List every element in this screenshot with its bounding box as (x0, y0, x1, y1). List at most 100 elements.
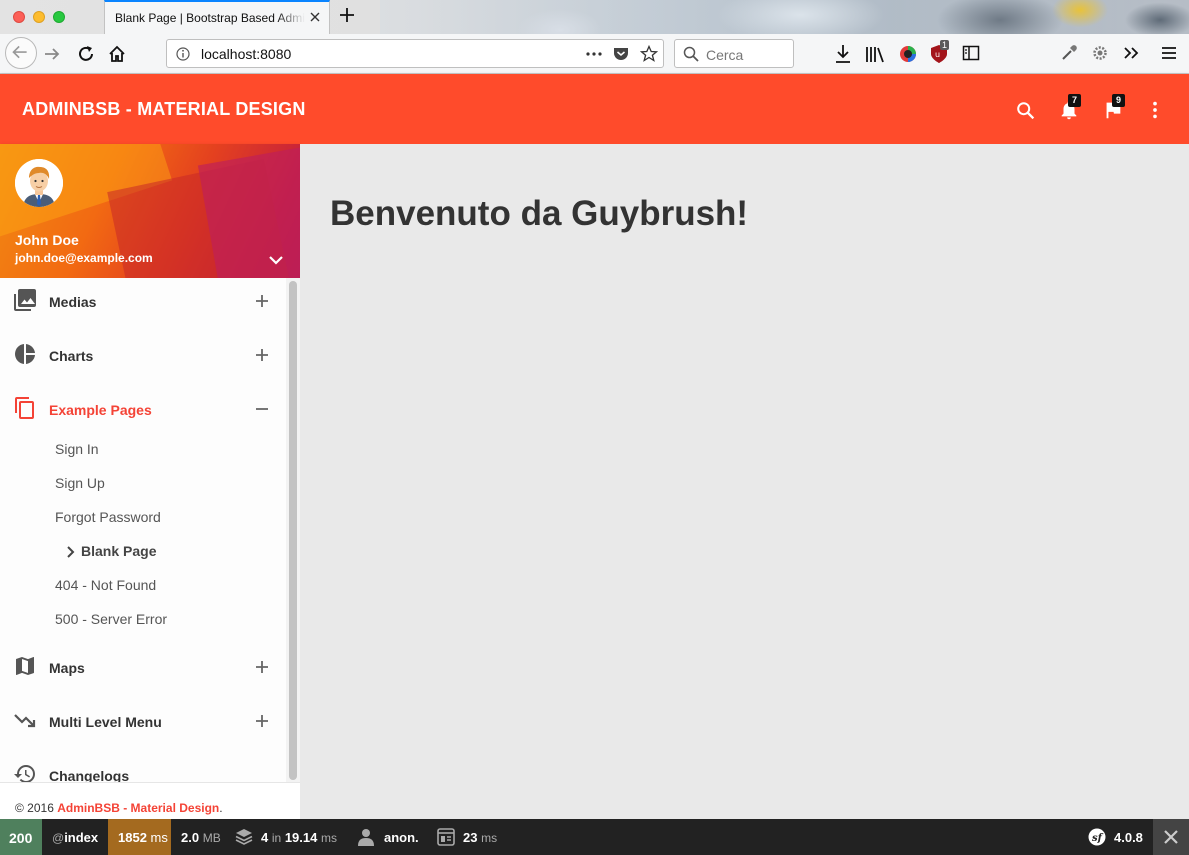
memory-value: 2.0 (181, 830, 200, 845)
close-toolbar-button[interactable] (1153, 819, 1189, 855)
pocket-icon[interactable] (612, 45, 630, 63)
route-prefix: @ (52, 831, 65, 845)
sidebar-item-label: Example Pages (49, 402, 152, 418)
symfony-logo-icon: sf (1088, 828, 1106, 846)
bookmark-star-icon[interactable] (640, 45, 658, 63)
avatar[interactable] (15, 159, 63, 207)
new-tab-icon[interactable] (338, 6, 356, 24)
trending-down-icon (14, 714, 36, 728)
symfony-version[interactable]: 4.0.8 (1114, 830, 1143, 845)
sidebar-menu: Medias Charts Example Pages Sign In Sign… (0, 278, 286, 782)
user-name: John Doe (15, 232, 79, 248)
eyedropper-icon[interactable] (1060, 44, 1078, 62)
theme-background (380, 0, 1189, 34)
notifications-count: 7 (1068, 94, 1081, 107)
submenu-item-sign-up[interactable]: Sign Up (55, 475, 105, 491)
back-button[interactable] (5, 37, 37, 69)
sidebar-item-changelogs[interactable]: Changelogs (0, 754, 286, 782)
hamburger-menu-icon[interactable] (1161, 45, 1177, 61)
library-icon[interactable] (865, 44, 887, 64)
twig-render-time[interactable]: 23 ms (463, 830, 497, 845)
submenu-item-forgot-password[interactable]: Forgot Password (55, 509, 161, 525)
more-vert-icon[interactable] (1144, 99, 1166, 121)
sidebar-item-charts[interactable]: Charts (0, 334, 286, 374)
pie-chart-icon (15, 344, 35, 364)
browser-tab-bar: Blank Page | Bootstrap Based Admin Templ… (0, 0, 1189, 34)
expand-plus-icon[interactable] (255, 348, 269, 362)
memory-unit: MB (202, 831, 221, 845)
collapse-minus-icon[interactable] (255, 402, 269, 416)
download-icon[interactable] (834, 44, 852, 64)
main-content: Benvenuto da Guybrush! (300, 144, 1189, 819)
tasks-count: 9 (1112, 94, 1125, 107)
search-icon[interactable] (1015, 100, 1037, 122)
extension-badge: 1 (940, 40, 950, 50)
browser-nav-bar: localhost:8080 Cerca u 1 (0, 34, 1189, 74)
submenu-item-500[interactable]: 500 - Server Error (55, 611, 167, 627)
overflow-chevrons-icon[interactable] (1122, 45, 1140, 61)
route-name: index (64, 830, 99, 845)
forward-arrow-icon[interactable] (42, 44, 62, 64)
sidebar-item-maps[interactable]: Maps (0, 646, 286, 686)
copyright-suffix: . (219, 801, 223, 815)
request-time-panel[interactable]: 1852 ms (108, 819, 171, 855)
twig-unit: ms (481, 831, 498, 845)
page-title: Benvenuto da Guybrush! (330, 194, 749, 233)
window-close-button[interactable] (13, 11, 25, 23)
sidebar-toggle-icon[interactable] (962, 44, 980, 62)
chevron-right-icon (67, 546, 75, 558)
expand-plus-icon[interactable] (255, 714, 269, 728)
browser-tab-active[interactable]: Blank Page | Bootstrap Based Admin Templ… (104, 0, 330, 34)
window-maximize-button[interactable] (53, 11, 65, 23)
db-queries[interactable]: 4 in 19.14 ms (261, 830, 337, 845)
svg-text:u: u (935, 50, 940, 59)
sidebar-item-example-pages[interactable]: Example Pages (0, 388, 286, 428)
sidebar-item-multi-level-menu[interactable]: Multi Level Menu (0, 700, 286, 740)
submenu-item-sign-in[interactable]: Sign In (55, 441, 99, 457)
left-sidebar: John Doe john.doe@example.com Medias Cha… (0, 144, 300, 819)
tab-title: Blank Page | Bootstrap Based Admin Templ… (115, 11, 305, 25)
info-icon[interactable] (176, 47, 190, 61)
copyright-year: © 2016 (15, 801, 54, 815)
sidebar-scrollbar-thumb[interactable] (289, 281, 297, 780)
twig-time: 23 (463, 830, 478, 845)
sidebar-item-label: Medias (49, 294, 97, 310)
user-avatar-illustration (15, 159, 63, 207)
submenu-item-blank-page[interactable]: Blank Page (81, 543, 156, 559)
sidebar-footer: © 2016 AdminBSB - Material Design. (0, 782, 300, 819)
brand-title[interactable]: ADMINBSB - MATERIAL DESIGN (22, 99, 306, 120)
search-placeholder: Cerca (706, 47, 744, 63)
route-info[interactable]: @index (52, 830, 98, 845)
symfony-debug-toolbar: 200 @index 1852 ms 2.0 MB 4 in 19.14 ms … (0, 819, 1189, 855)
url-bar[interactable]: localhost:8080 (166, 39, 664, 68)
window-minimize-button[interactable] (33, 11, 45, 23)
security-user[interactable]: anon. (384, 830, 419, 845)
expand-plus-icon[interactable] (255, 294, 269, 308)
db-in: in (271, 831, 282, 845)
color-picker-extension-icon[interactable] (898, 44, 918, 64)
status-code-badge[interactable]: 200 (0, 819, 42, 855)
twig-template-icon (437, 828, 455, 846)
close-tab-icon[interactable] (308, 10, 322, 24)
user-info-panel: John Doe john.doe@example.com (0, 144, 300, 278)
app-header: ADMINBSB - MATERIAL DESIGN 7 9 (0, 74, 1189, 144)
memory-usage[interactable]: 2.0 MB (181, 830, 221, 845)
content-copy-icon (15, 397, 34, 419)
more-actions-icon[interactable] (585, 48, 603, 60)
time-unit: ms (150, 830, 168, 845)
history-icon (14, 765, 35, 782)
expand-plus-icon[interactable] (255, 660, 269, 674)
svg-text:sf: sf (1092, 833, 1104, 844)
browser-search-bar[interactable]: Cerca (674, 39, 794, 68)
footer-link[interactable]: AdminBSB - Material Design (57, 801, 219, 815)
reload-icon[interactable] (76, 44, 96, 64)
user-icon (358, 829, 374, 846)
search-icon (683, 46, 699, 62)
sidebar-item-label: Changelogs (49, 768, 130, 782)
gear-icon[interactable] (1091, 44, 1109, 62)
chevron-down-icon[interactable] (268, 254, 284, 266)
home-icon[interactable] (107, 44, 127, 64)
status-code: 200 (9, 830, 33, 846)
submenu-item-404[interactable]: 404 - Not Found (55, 577, 156, 593)
sidebar-item-medias[interactable]: Medias (0, 280, 286, 320)
